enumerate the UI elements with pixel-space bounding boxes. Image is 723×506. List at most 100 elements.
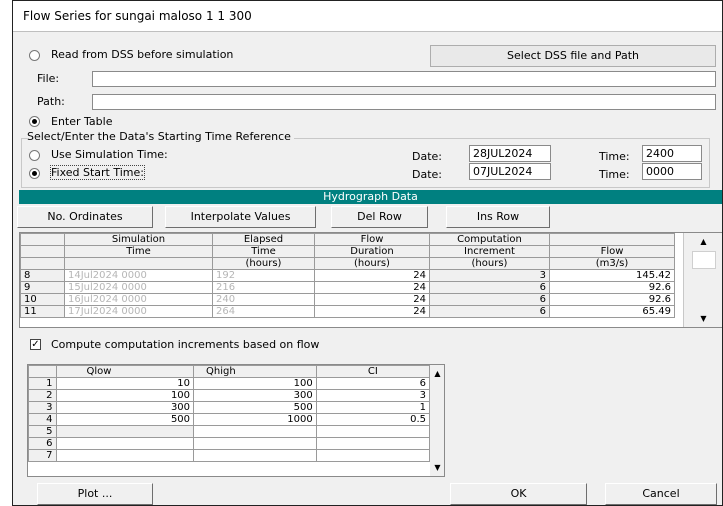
table-row: 7	[28, 449, 431, 462]
fixed-start-label: Fixed Start Time:	[50, 165, 145, 180]
qlow-header: Qlow	[55, 365, 195, 378]
hydrograph-table-frame: Simulation Elapsed Flow Computation Time…	[19, 232, 722, 328]
ci-cell[interactable]	[315, 425, 431, 438]
no-ordinates-button[interactable]: No. Ordinates	[17, 206, 153, 228]
qlow-cell[interactable]	[55, 425, 195, 438]
duration-cell[interactable]: 24	[314, 281, 430, 294]
scroll-up-icon[interactable]: ▲	[684, 234, 722, 249]
hg-header-cell: Flow	[314, 233, 430, 246]
duration-cell[interactable]: 24	[314, 293, 430, 306]
hg-header-cell	[549, 233, 675, 246]
hg-corner-cell	[20, 233, 65, 246]
flow-cell[interactable]: 145.42	[549, 269, 675, 282]
qlow-cell[interactable]: 500	[55, 413, 195, 426]
sim-time-cell: 14Jul2024 0000	[64, 269, 213, 282]
duration-cell[interactable]: 24	[314, 269, 430, 282]
table-row: 9 15Jul2024 0000 216 24 6 92.6	[20, 281, 675, 294]
scroll-down-icon[interactable]: ▼	[430, 460, 444, 475]
qlow-cell[interactable]: 10	[55, 377, 195, 390]
fixed-time-field[interactable]: 0000	[642, 163, 702, 180]
table-row: 8 14Jul2024 0000 192 24 3 145.42	[20, 269, 675, 282]
ci-cell[interactable]	[315, 449, 431, 462]
elapsed-cell: 192	[212, 269, 315, 282]
compute-scrollbar[interactable]: ▲ ▼	[430, 365, 444, 476]
row-header[interactable]: 1	[28, 377, 57, 390]
use-sim-time-radio[interactable]	[29, 150, 40, 161]
qhigh-cell[interactable]	[193, 449, 317, 462]
hg-header-cell: Computation	[429, 233, 550, 246]
table-row: 6	[28, 437, 431, 450]
scroll-thumb[interactable]	[692, 251, 716, 269]
qhigh-cell[interactable]	[193, 425, 317, 438]
row-header[interactable]: 3	[28, 401, 57, 414]
row-header[interactable]: 9	[20, 281, 65, 294]
use-sim-time-label: Use Simulation Time:	[51, 148, 168, 161]
hg-header-cell: Flow	[549, 245, 675, 258]
hg-corner-cell	[20, 257, 65, 270]
flow-series-dialog: Flow Series for sungai maloso 1 1 300 Re…	[12, 0, 723, 506]
select-dss-button[interactable]: Select DSS file and Path	[430, 45, 716, 67]
path-input[interactable]	[92, 94, 716, 110]
qhigh-cell[interactable]: 300	[193, 389, 317, 402]
interpolate-values-button[interactable]: Interpolate Values	[165, 206, 316, 228]
row-header[interactable]: 11	[20, 305, 65, 318]
qhigh-cell[interactable]: 500	[193, 401, 317, 414]
plot-button[interactable]: Plot ...	[37, 483, 153, 505]
scroll-down-icon[interactable]: ▼	[684, 311, 722, 326]
sim-date-field[interactable]: 28JUL2024	[469, 145, 551, 162]
row-header[interactable]: 7	[28, 449, 57, 462]
row-header[interactable]: 6	[28, 437, 57, 450]
flow-cell[interactable]: 65.49	[549, 305, 675, 318]
cancel-button[interactable]: Cancel	[605, 483, 717, 505]
ci-cell[interactable]	[315, 437, 431, 450]
compute-increments-checkbox[interactable]: ✓	[30, 339, 41, 350]
flow-cell[interactable]: 92.6	[549, 281, 675, 294]
path-label: Path:	[37, 95, 65, 108]
sim-time-field[interactable]: 2400	[642, 145, 702, 162]
window-title: Flow Series for sungai maloso 1 1 300	[23, 9, 252, 23]
compute-table: Qlow Qhigh CI 1 10 100 6 2 100 300 3 3 3…	[28, 365, 431, 462]
qlow-cell[interactable]	[55, 449, 195, 462]
sim-date-label: Date:	[412, 150, 442, 163]
sim-time-cell: 17Jul2024 0000	[64, 305, 213, 318]
row-header[interactable]: 10	[20, 293, 65, 306]
hydrograph-data-bar: Hydrograph Data	[19, 190, 722, 204]
row-header[interactable]: 4	[28, 413, 57, 426]
table-row: 1 10 100 6	[28, 377, 431, 390]
row-header[interactable]: 8	[20, 269, 65, 282]
ci-cell[interactable]: 1	[315, 401, 431, 414]
qlow-cell[interactable]	[55, 437, 195, 450]
duration-cell[interactable]: 24	[314, 305, 430, 318]
fixed-date-field[interactable]: 07JUL2024	[469, 163, 551, 180]
ci-cell[interactable]: 3	[315, 389, 431, 402]
hg-header-cell: Increment	[429, 245, 550, 258]
fixed-start-radio[interactable]	[29, 168, 40, 179]
increment-cell: 3	[429, 269, 550, 282]
flow-cell[interactable]: 92.6	[549, 293, 675, 306]
hg-header-cell: Duration	[314, 245, 430, 258]
qhigh-cell[interactable]: 100	[193, 377, 317, 390]
ci-cell[interactable]: 0.5	[315, 413, 431, 426]
file-input[interactable]	[92, 71, 716, 87]
hg-header-cell: (hours)	[429, 257, 550, 270]
ins-row-button[interactable]: Ins Row	[446, 206, 550, 228]
read-dss-radio[interactable]	[29, 50, 40, 61]
time-reference-label: Select/Enter the Data's Starting Time Re…	[27, 130, 294, 143]
ci-cell[interactable]: 6	[315, 377, 431, 390]
ci-header: CI	[315, 365, 431, 378]
row-header[interactable]: 5	[28, 425, 57, 438]
row-header[interactable]: 2	[28, 389, 57, 402]
scroll-up-icon[interactable]: ▲	[430, 366, 444, 381]
hg-header-cell: Time	[64, 245, 213, 258]
hg-header-cell: Elapsed	[212, 233, 315, 246]
hg-header-cell: (hours)	[212, 257, 315, 270]
qhigh-cell[interactable]: 1000	[193, 413, 317, 426]
qhigh-cell[interactable]	[193, 437, 317, 450]
qlow-cell[interactable]: 300	[55, 401, 195, 414]
hydrograph-scrollbar[interactable]: ▲ ▼	[683, 233, 722, 327]
del-row-button[interactable]: Del Row	[331, 206, 428, 228]
ok-button[interactable]: OK	[450, 483, 587, 505]
qhigh-header: Qhigh	[193, 365, 317, 378]
enter-table-radio[interactable]	[29, 116, 40, 127]
qlow-cell[interactable]: 100	[55, 389, 195, 402]
